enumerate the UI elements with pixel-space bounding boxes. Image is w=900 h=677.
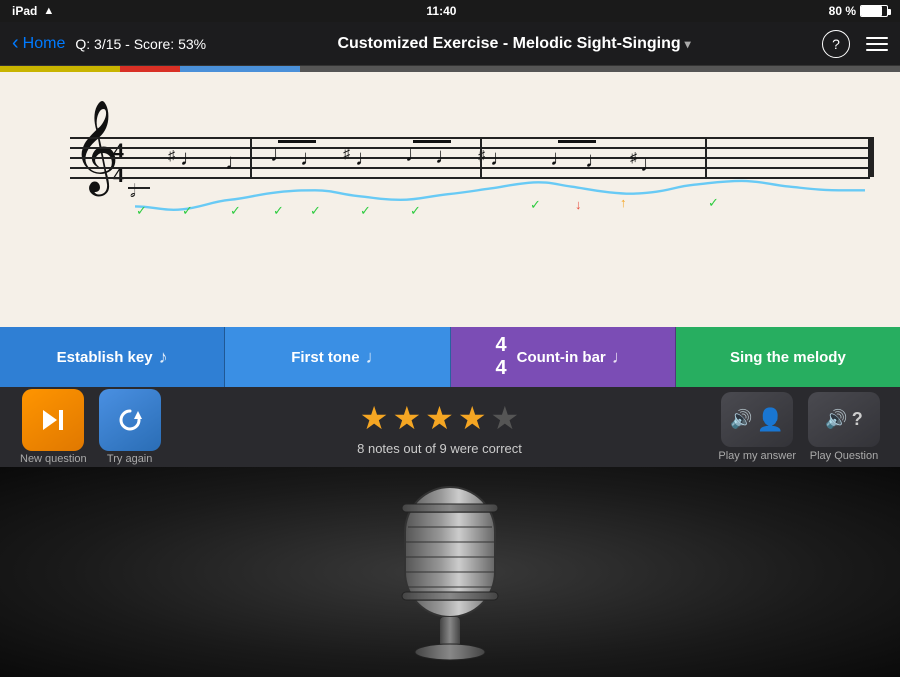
beam-1 <box>278 140 316 143</box>
first-tone-label: First tone <box>291 349 359 366</box>
note-2: ♩ <box>180 145 202 171</box>
new-question-button[interactable] <box>22 389 84 451</box>
nav-title: Customized Exercise - Melodic Sight-Sing… <box>206 35 822 53</box>
menu-line-icon <box>866 49 888 51</box>
help-label: ? <box>832 36 840 52</box>
star-5: ★ <box>491 399 520 437</box>
notes-correct-text: 8 notes out of 9 were correct <box>357 441 522 456</box>
note-7: ♩ <box>405 141 427 167</box>
barline-1 <box>250 137 252 177</box>
time-sig-display: 44 <box>495 334 506 380</box>
check-4: ✓ <box>273 203 284 219</box>
barline-3 <box>705 137 707 177</box>
pitch-tracking-line <box>135 172 865 222</box>
establish-key-button[interactable]: Establish key ♪ <box>0 327 225 387</box>
step-buttons-row: Establish key ♪ First tone ♩ 44 Count-in… <box>0 327 900 387</box>
note-5: ♩ <box>300 145 322 171</box>
skip-forward-icon <box>39 406 67 434</box>
result-section: ★ ★ ★ ★ ★ 8 notes out of 9 were correct <box>173 399 707 456</box>
barline-2 <box>480 137 482 177</box>
note-10: ♩ <box>550 145 572 171</box>
sharp-6: ♯ <box>343 145 350 161</box>
help-button[interactable]: ? <box>822 30 850 58</box>
note-8: ♩ <box>435 143 457 169</box>
barline-end-2 <box>870 137 874 177</box>
speaker-icon: 🔊 <box>730 409 752 430</box>
sing-melody-button[interactable]: Sing the melody <box>676 327 900 387</box>
status-time: 11:40 <box>426 4 456 18</box>
star-4: ★ <box>458 399 487 437</box>
beam-3 <box>558 140 596 143</box>
check-9: ✓ <box>708 195 719 211</box>
check-6: ✓ <box>360 203 371 219</box>
beam-2 <box>413 140 451 143</box>
note-6: ♩ <box>355 145 377 171</box>
music-note-2-icon: ♩ <box>366 347 384 368</box>
nav-right: ? <box>822 30 888 58</box>
menu-line-icon <box>866 43 888 45</box>
title-chevron-icon[interactable]: ▾ <box>685 37 691 51</box>
play-my-answer-wrap: 🔊 👤 Play my answer <box>718 392 796 462</box>
nav-bar: ‹ Home Q: 3/15 - Score: 53% Customized E… <box>0 22 900 66</box>
exercise-title: Customized Exercise - Melodic Sight-Sing… <box>337 35 680 53</box>
sheet-music-area: 𝄞 44 𝅗𝅥 ♩ ♯ ♩ ♩ ♩ ♩ ♯ ♩ ♩ ♩ <box>0 72 900 327</box>
play-question-wrap: 🔊 ? Play Question <box>808 392 880 462</box>
note-11: ♩ <box>585 147 607 173</box>
speaker-2-icon: 🔊 <box>825 409 847 430</box>
carrier-label: iPad <box>12 4 37 18</box>
back-label[interactable]: Home <box>23 35 66 53</box>
count-in-label: Count-in bar <box>517 349 606 366</box>
back-button[interactable]: ‹ Home <box>12 32 65 55</box>
menu-button[interactable] <box>866 37 888 51</box>
wifi-icon: ▲ <box>43 5 54 17</box>
note-4: ♩ <box>270 141 292 167</box>
battery-label: 80 % <box>829 4 856 18</box>
first-tone-button[interactable]: First tone ♩ <box>225 327 450 387</box>
check-1: ✓ <box>136 203 147 219</box>
status-right: 80 % <box>829 4 888 18</box>
play-my-answer-label: Play my answer <box>718 450 796 462</box>
check-2: ✓ <box>182 203 193 219</box>
new-question-wrap: New question <box>20 389 87 465</box>
try-again-button[interactable] <box>99 389 161 451</box>
person-icon: 👤 <box>757 407 784 433</box>
try-again-wrap: Try again <box>99 389 161 465</box>
try-again-label: Try again <box>107 453 152 465</box>
microphone-area <box>0 467 900 677</box>
back-arrow-icon: ‹ <box>12 32 19 55</box>
star-3: ★ <box>425 399 454 437</box>
play-question-button[interactable]: 🔊 ? <box>808 392 880 447</box>
star-2: ★ <box>392 399 421 437</box>
arrow-down-marker: ↓ <box>575 197 582 212</box>
microphone-icon <box>380 477 520 677</box>
music-note-icon: ♪ <box>159 347 168 368</box>
status-bar: iPad ▲ 11:40 80 % <box>0 0 900 22</box>
battery-icon <box>860 5 888 17</box>
count-note-icon: ♩ <box>612 347 630 368</box>
star-1: ★ <box>360 399 389 437</box>
question-icon: ? <box>852 409 863 430</box>
count-in-button[interactable]: 44 Count-in bar ♩ <box>451 327 676 387</box>
sharp-12: ♯ <box>630 149 637 165</box>
arrow-up-marker: ↑ <box>620 195 627 210</box>
play-my-answer-button[interactable]: 🔊 👤 <box>721 392 793 447</box>
menu-line-icon <box>866 37 888 39</box>
check-7: ✓ <box>410 203 421 219</box>
check-5: ✓ <box>310 203 321 219</box>
new-question-label: New question <box>20 453 87 465</box>
establish-key-label: Establish key <box>57 349 153 366</box>
sing-melody-label: Sing the melody <box>730 349 846 366</box>
play-question-label: Play Question <box>810 450 878 462</box>
staff: 𝄞 44 𝅗𝅥 ♩ ♯ ♩ ♩ ♩ ♩ ♯ ♩ ♩ ♩ <box>20 137 880 217</box>
check-3: ✓ <box>230 203 241 219</box>
staff-line-1 <box>70 137 870 139</box>
sharp-2: ♯ <box>168 147 175 163</box>
score-label: Q: 3/15 - Score: 53% <box>75 36 206 52</box>
replay-icon <box>116 406 144 434</box>
stars-row: ★ ★ ★ ★ ★ <box>360 399 519 437</box>
controls-row: New question Try again ★ ★ ★ ★ ★ 8 notes… <box>0 387 900 467</box>
note-9: ♩ <box>490 145 512 171</box>
status-left: iPad ▲ <box>12 4 54 18</box>
check-8: ✓ <box>530 197 541 213</box>
